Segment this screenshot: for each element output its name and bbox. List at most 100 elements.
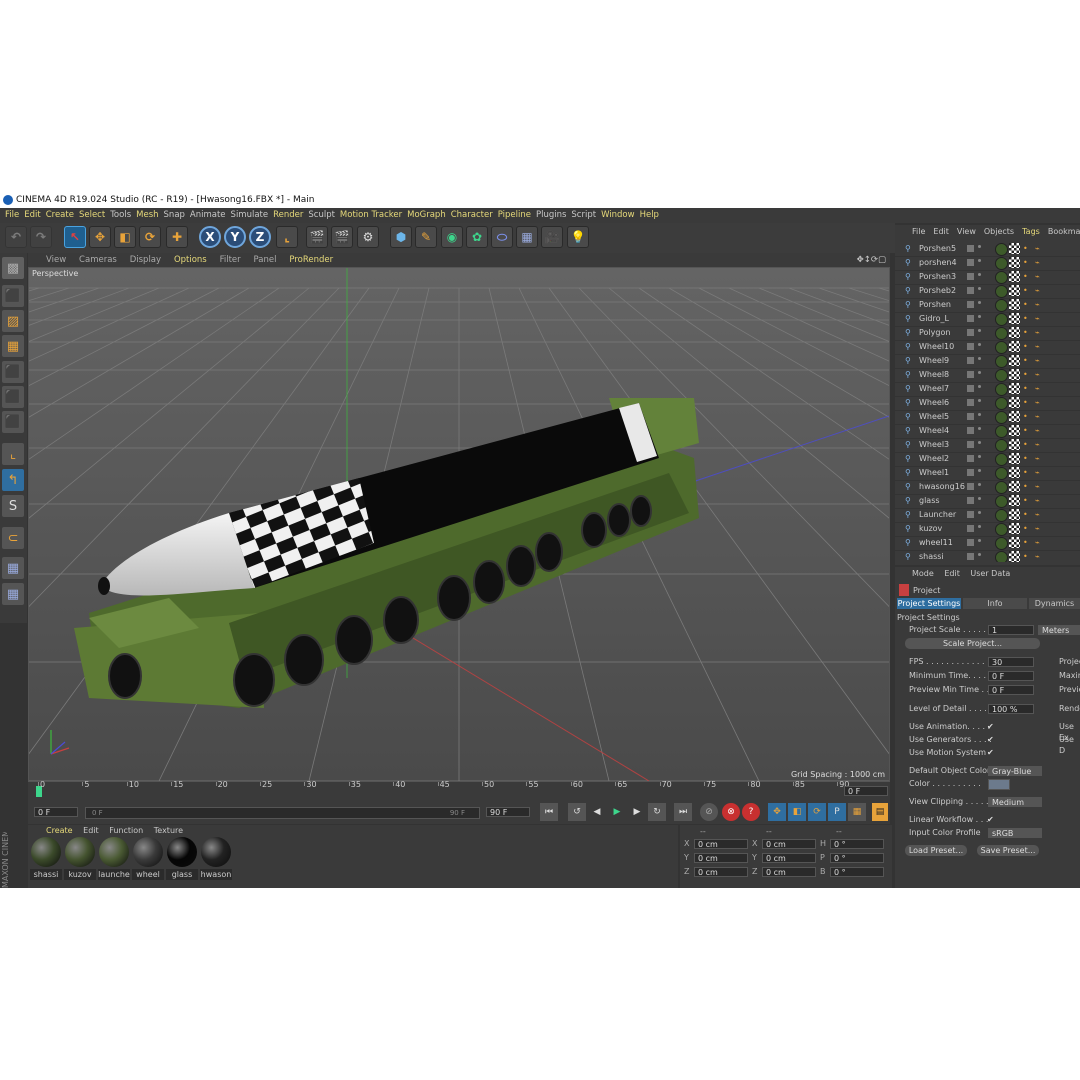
object-menu-edit[interactable]: Edit [933,227,949,236]
material-tag-icon[interactable] [995,551,1008,562]
visibility-toggle[interactable] [967,441,974,448]
visibility-toggle[interactable] [967,427,974,434]
render-dot[interactable] [978,245,981,248]
object-row[interactable]: ⚲ Wheel8 • ⌁ [895,368,1080,383]
material-swatch[interactable] [31,837,61,867]
menu-render[interactable]: Render [273,210,303,220]
render-dot[interactable] [978,259,981,262]
checker-tag-icon[interactable] [1009,383,1020,394]
tab-dynamics[interactable]: Dynamics [1029,598,1080,609]
save-preset-button[interactable]: Save Preset... [977,845,1039,856]
visibility-toggle[interactable] [967,497,974,504]
use-motion-checkbox[interactable]: ✔ [987,749,994,757]
phong-tag-icon[interactable]: • [1023,440,1033,450]
timeline-window-icon[interactable]: ▤ [872,803,888,821]
undo-icon[interactable]: ↶ [5,226,27,248]
menu-plugins[interactable]: Plugins [536,210,566,220]
checker-tag-icon[interactable] [1009,425,1020,436]
phong-tag-icon[interactable]: • [1023,314,1033,324]
key-pla-icon[interactable]: ▦ [848,803,866,821]
linear-workflow-checkbox[interactable]: ✔ [987,816,994,824]
checker-tag-icon[interactable] [1009,481,1020,492]
object-row[interactable]: ⚲ Wheel4 • ⌁ [895,424,1080,439]
visibility-toggle[interactable] [967,259,974,266]
phong-tag-icon[interactable]: • [1023,370,1033,380]
menu-mograph[interactable]: MoGraph [407,210,446,220]
checker-tag-icon[interactable] [1009,411,1020,422]
material-tag-icon[interactable] [995,397,1008,410]
material-tag-icon[interactable] [995,481,1008,494]
visibility-toggle[interactable] [967,511,974,518]
go-to-end-icon[interactable]: ⏭ [674,803,692,821]
uv-tag-icon[interactable]: ⌁ [1035,384,1045,394]
material-tag-icon[interactable] [995,453,1008,466]
use-generators-checkbox[interactable]: ✔ [987,736,994,744]
phong-tag-icon[interactable]: • [1023,384,1033,394]
key-position-icon[interactable]: ✥ [768,803,786,821]
material-menu-edit[interactable]: Edit [83,826,99,835]
uv-tag-icon[interactable]: ⌁ [1035,552,1045,562]
x-axis-lock-button[interactable]: X [199,226,221,248]
attr-menu-mode[interactable]: Mode [912,569,934,578]
render-dot[interactable] [978,301,981,304]
object-row[interactable]: ⚲ Porshen3 • ⌁ [895,270,1080,285]
object-row[interactable]: ⚲ shassi • ⌁ [895,550,1080,562]
viewport-menu-prorender[interactable]: ProRender [289,255,333,265]
menu-edit[interactable]: Edit [24,210,40,220]
checker-tag-icon[interactable] [1009,299,1020,310]
tweak-mode-icon[interactable]: ↰ [2,469,24,491]
object-row[interactable]: ⚲ Wheel10 • ⌁ [895,340,1080,355]
uv-tag-icon[interactable]: ⌁ [1035,496,1045,506]
menu-sculpt[interactable]: Sculpt [308,210,335,220]
phong-tag-icon[interactable]: • [1023,356,1033,366]
key-rotation-icon[interactable]: ⟳ [808,803,826,821]
visibility-toggle[interactable] [967,245,974,252]
object-row[interactable]: ⚲ kuzov • ⌁ [895,522,1080,537]
lock-workplane-icon[interactable]: ▦ [2,557,24,579]
render-dot[interactable] [978,385,981,388]
object-row[interactable]: ⚲ glass • ⌁ [895,494,1080,509]
go-to-start-icon[interactable]: ⏮ [540,803,558,821]
material-swatch[interactable] [201,837,231,867]
render-dot[interactable] [978,497,981,500]
load-preset-button[interactable]: Load Preset... [905,845,967,856]
checker-tag-icon[interactable] [1009,369,1020,380]
uv-tag-icon[interactable]: ⌁ [1035,524,1045,534]
checker-tag-icon[interactable] [1009,313,1020,324]
uv-tag-icon[interactable]: ⌁ [1035,370,1045,380]
phong-tag-icon[interactable]: • [1023,426,1033,436]
render-dot[interactable] [978,525,981,528]
render-view-icon[interactable]: 🎬 [306,226,328,248]
axis-mode-icon[interactable]: ⌞ [2,443,24,465]
camera-icon[interactable]: 🎥 [541,226,563,248]
rotate-tool-icon[interactable]: ⟳ [139,226,161,248]
recent-tool-icon[interactable]: ✚ [166,226,188,248]
deformer-icon[interactable]: ⬭ [491,226,513,248]
phong-tag-icon[interactable]: • [1023,412,1033,422]
prev-frame-icon[interactable]: ◀ [588,803,606,821]
points-mode-icon[interactable]: ⬛ [2,361,24,383]
material-swatch[interactable] [65,837,95,867]
phong-tag-icon[interactable]: • [1023,482,1033,492]
key-scale-icon[interactable]: ◧ [788,803,806,821]
menu-file[interactable]: File [5,210,19,220]
render-dot[interactable] [978,357,981,360]
object-row[interactable]: ⚲ Wheel2 • ⌁ [895,452,1080,467]
material-tag-icon[interactable] [995,425,1008,438]
uv-tag-icon[interactable]: ⌁ [1035,468,1045,478]
render-dot[interactable] [978,553,981,556]
render-dot[interactable] [978,273,981,276]
material-menu-texture[interactable]: Texture [154,826,183,835]
viewport-navigation-icons[interactable]: ✥↕⟳▢ [857,253,886,267]
phong-tag-icon[interactable]: • [1023,398,1033,408]
scale-project-button[interactable]: Scale Project... [905,638,1040,649]
object-menu-file[interactable]: File [912,227,925,236]
magnet-icon[interactable]: ⊂ [2,527,24,549]
menu-motion-tracker[interactable]: Motion Tracker [340,210,402,220]
viewport-menu-options[interactable]: Options [174,255,207,265]
phong-tag-icon[interactable]: • [1023,258,1033,268]
record-icon[interactable]: ⊘ [700,803,718,821]
y-axis-lock-button[interactable]: Y [224,226,246,248]
render-dot[interactable] [978,287,981,290]
play-icon[interactable]: ▶ [608,803,626,821]
